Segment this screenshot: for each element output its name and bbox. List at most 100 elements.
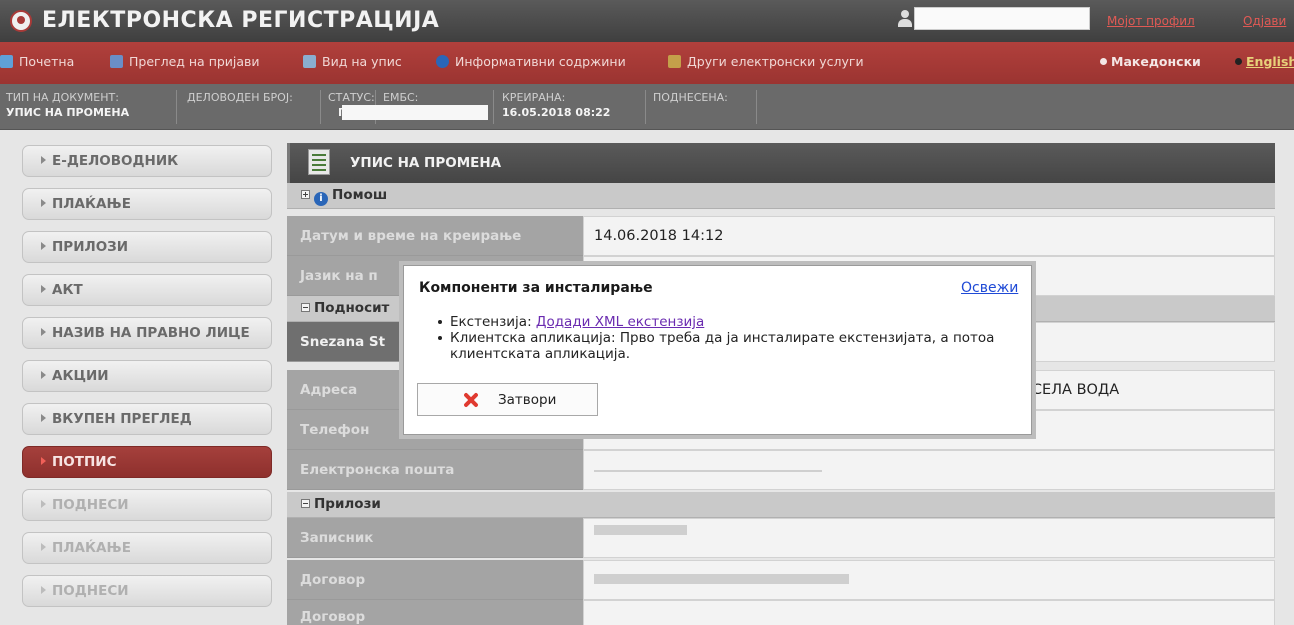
contract2-value[interactable] [583,600,1275,625]
sidebar-item-submit[interactable]: ПОДНЕСИ [22,489,272,521]
reg-number-label: ДЕЛОВОДЕН БРОЈ: [187,91,293,104]
lang-label: English [1246,54,1294,69]
nav-applications-overview[interactable]: Преглед на пријави [110,54,260,69]
sidebar-item-label: НАЗИВ НА ПРАВНО ЛИЦЕ [52,325,250,341]
divider [756,90,757,124]
arrow-right-icon [41,285,46,293]
services-icon [668,55,681,68]
refresh-link[interactable]: Освежи [961,280,1018,296]
list-item: Клиентска апликација: Прво треба да ја и… [436,330,1026,362]
embs-label: ЕМБС: [383,91,419,104]
nav-entry-type[interactable]: Вид на упис [303,54,402,69]
arrow-right-icon [41,328,46,336]
dialog-title: Компоненти за инсталирање [419,280,653,296]
nav-information[interactable]: Информативни содржини [436,54,626,69]
nav-label: Почетна [19,54,75,69]
home-icon [0,55,13,68]
sidebar-item-shares[interactable]: АКЦИИ [22,360,272,392]
close-icon [463,392,479,408]
main-nav: Почетна Преглед на пријави Вид на упис И… [0,42,1294,84]
embs: ЕМБС: [383,90,418,105]
divider [320,90,321,124]
sidebar-item-label: ПЛАЌАЊЕ [52,196,131,212]
arrow-right-icon [41,242,46,250]
client-app-text: Клиентска апликација: Прво треба да ја и… [450,330,995,362]
sidebar-item-label: АКТ [52,282,83,298]
info-icon [436,55,449,68]
sidebar-item-label: АКЦИИ [52,368,109,384]
divider [176,90,177,124]
sidebar-item-overview[interactable]: ВКУПЕН ПРЕГЛЕД [22,403,272,435]
sidebar-item-label: Е-ДЕЛОВОДНИК [52,153,179,169]
expand-icon [301,190,310,199]
contract-label: Договор [287,560,583,600]
sidebar-item-label: ВКУПЕН ПРЕГЛЕД [52,411,192,427]
lang-label: Македонски [1111,54,1201,69]
divider [493,90,494,124]
redacted-email [594,470,822,472]
info-icon: i [314,192,328,206]
extension-prefix: Екстензија: [450,314,536,330]
sidebar-item-submit-2[interactable]: ПОДНЕСИ [22,575,272,607]
username-field [914,7,1090,30]
arrow-right-icon [41,156,46,164]
created-row: Датум и време на креирање 14.06.2018 14:… [287,216,1275,256]
nav-label: Информативни содржини [455,54,626,69]
arrow-right-icon [41,199,46,207]
list-item: Екстензија: Додади XML екстензија [436,314,1026,330]
sidebar-item-label: ПРИЛОЗИ [52,239,129,255]
help-section-label: Помош [332,187,388,203]
sidebar-item-legal-entity-name[interactable]: НАЗИВ НА ПРАВНО ЛИЦЕ [22,317,272,349]
doc-type: ТИП НА ДОКУМЕНТ: УПИС НА ПРОМЕНА [6,90,129,120]
redacted-file [594,525,687,535]
page: ЕЛЕКТРОНСКА РЕГИСТРАЦИЈА Мојот профил Од… [0,0,1294,625]
sidebar-item-payment[interactable]: ПЛАЌАЊЕ [22,188,272,220]
created-label: КРЕИРАНА: [502,91,566,104]
created-value: 14.06.2018 14:12 [583,216,1275,256]
lang-macedonian[interactable]: Македонски [1100,54,1201,69]
sidebar-item-signature[interactable]: ПОТПИС [22,446,272,478]
add-xml-extension-link[interactable]: Додади XML екстензија [536,314,704,330]
record-value[interactable] [583,518,1275,558]
nav-other-services[interactable]: Други електронски услуги [668,54,864,69]
status-label: СТАТУС: [328,91,375,104]
logout-link[interactable]: Одјави [1243,14,1286,28]
divider [645,90,646,124]
contract-value[interactable] [583,560,1275,600]
created-value: 16.05.2018 08:22 [502,106,611,119]
doc-type-label: ТИП НА ДОКУМЕНТ: [6,91,119,104]
panel-title: УПИС НА ПРОМЕНА [350,155,502,171]
sidebar-item-attachments[interactable]: ПРИЛОЗИ [22,231,272,263]
record-row: Записник [287,518,1275,558]
bullet-icon [1235,58,1242,65]
close-button[interactable]: Затвори [417,383,598,416]
arrow-right-icon [41,500,46,508]
sidebar-item-act[interactable]: АКТ [22,274,272,306]
sidebar-item-label: ПЛАЌАЊЕ [52,540,131,556]
doc-type-value: УПИС НА ПРОМЕНА [6,106,130,119]
sidebar-item-label: ПОДНЕСИ [52,497,129,513]
help-section[interactable]: i Помош [287,183,1275,209]
lang-english[interactable]: English [1235,54,1294,69]
sidebar-item-e-registry[interactable]: Е-ДЕЛОВОДНИК [22,145,272,177]
grid-icon [110,55,123,68]
my-profile-link[interactable]: Мојот профил [1107,14,1195,28]
collapse-icon [301,499,310,508]
document-icon [308,149,330,175]
bullet-icon [1100,58,1107,65]
arrow-right-icon [41,586,46,594]
created: КРЕИРАНА: 16.05.2018 08:22 [502,90,610,120]
nav-home[interactable]: Почетна [0,54,74,69]
redacted-file [594,574,849,584]
attachments-section[interactable]: Прилози [287,492,1275,518]
submitted: ПОДНЕСЕНА: [653,90,728,105]
arrow-right-icon [41,543,46,551]
logo-icon [10,10,32,32]
sidebar-item-payment-2[interactable]: ПЛАЌАЊЕ [22,532,272,564]
created-label: Датум и време на креирање [287,216,583,256]
submitted-label: ПОДНЕСЕНА: [653,91,728,104]
form-icon [303,55,316,68]
nav-label: Преглед на пријави [129,54,260,69]
contract-row: Договор [287,560,1275,600]
panel-header: УПИС НА ПРОМЕНА [287,143,1275,183]
